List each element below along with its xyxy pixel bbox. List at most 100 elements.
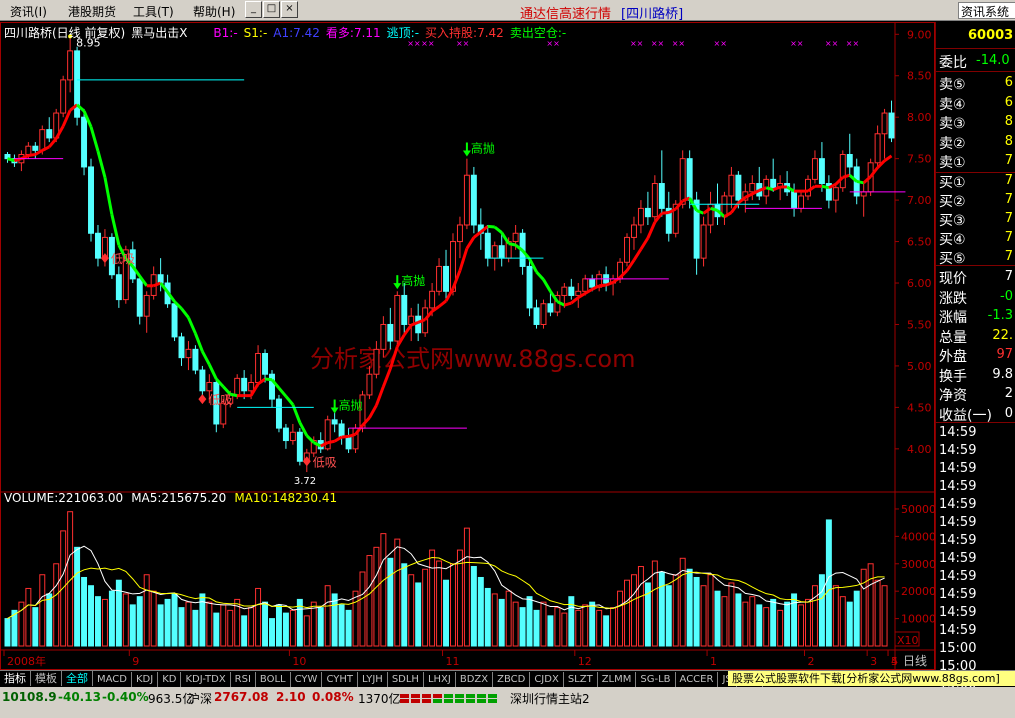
candle-body xyxy=(846,154,853,168)
tab-kd[interactable]: KD xyxy=(158,672,182,687)
tab-cyht[interactable]: CYHT xyxy=(322,672,358,687)
volume-bar xyxy=(658,571,665,647)
tab-sdlh[interactable]: SDLH xyxy=(388,672,424,687)
ma5-value: MA5:215675.20 xyxy=(131,491,227,505)
candle-body xyxy=(401,294,408,325)
tab-kdj-tdx[interactable]: KDJ-TDX xyxy=(181,672,231,687)
tab-lhxj[interactable]: LHXJ xyxy=(424,672,456,687)
tab-zlmm[interactable]: ZLMM xyxy=(598,672,637,687)
breadth-segment xyxy=(411,699,420,703)
trend-line-segment xyxy=(465,236,476,250)
tab-cjdx[interactable]: CJDX xyxy=(530,672,564,687)
volume-bar xyxy=(477,576,484,647)
stat-1-value: -0 xyxy=(1000,288,1013,304)
trend-line-segment xyxy=(207,363,218,380)
volume-bar xyxy=(512,601,519,647)
info-system-button[interactable]: 资讯系统 xyxy=(958,2,1015,19)
ad-banner[interactable]: 股票公式股票软件下载[分析家公式网www.88gs.com] xyxy=(728,671,1015,686)
volume-bar xyxy=(554,607,561,647)
tab-sg-lb[interactable]: SG-LB xyxy=(636,672,676,687)
tab-macd[interactable]: MACD xyxy=(93,672,132,687)
candle-body xyxy=(749,183,756,193)
volume-bar xyxy=(603,615,610,647)
price-volume-chart[interactable]: 分析家公式网www.88gs.com 8.953.72低吸低吸低吸高抛高抛高抛×… xyxy=(0,22,936,670)
volume-bar xyxy=(582,604,589,647)
tab-cyw[interactable]: CYW xyxy=(291,672,323,687)
date-tick-label: 1 xyxy=(710,655,717,668)
candle-body xyxy=(637,207,644,226)
candle-body xyxy=(798,195,805,209)
candle-body xyxy=(582,278,589,292)
status-bar: 10108.9 -40.13 -0.40% 963.5亿 沪深 2767.08 … xyxy=(0,687,1015,718)
breadth-segment xyxy=(444,699,453,703)
breadth-segment xyxy=(422,699,431,703)
candle-body xyxy=(540,303,547,325)
tick-time: 14:59 xyxy=(939,551,977,566)
tab-lyjh[interactable]: LYJH xyxy=(358,672,388,687)
price-tick-label: 5.50 xyxy=(907,318,932,331)
weibi-label: 委比 xyxy=(939,55,967,71)
close-icon[interactable]: × xyxy=(281,1,298,18)
indicator-name[interactable]: 黑马出击X xyxy=(131,26,187,40)
volume-bar xyxy=(275,604,282,647)
volume-bar xyxy=(94,596,101,647)
volume-bar xyxy=(728,582,735,647)
candle-body xyxy=(700,224,707,259)
station-name[interactable]: 深圳行情主站2 xyxy=(510,690,590,707)
volume-bar xyxy=(143,574,150,647)
stat-2-label: 涨幅 xyxy=(939,310,967,326)
market-breadth-bar xyxy=(400,692,504,704)
candle-body xyxy=(686,158,693,201)
tab-bdzx[interactable]: BDZX xyxy=(456,672,494,687)
volume-bar xyxy=(345,609,352,647)
trend-line-segment xyxy=(348,432,356,438)
volume-bar xyxy=(630,574,637,647)
tab-rsi[interactable]: RSI xyxy=(231,672,256,687)
tab-slzt[interactable]: SLZT xyxy=(564,672,598,687)
minimize-icon[interactable]: _ xyxy=(245,1,262,18)
volume-bar xyxy=(624,579,630,647)
low-suck-label: 低吸 xyxy=(208,393,232,407)
menu-hk-futures[interactable]: 港股期货 xyxy=(68,3,116,20)
maximize-icon[interactable]: □ xyxy=(263,1,280,18)
volume-tick-label: 40000 xyxy=(901,530,935,543)
tab-kdj[interactable]: KDJ xyxy=(132,672,159,687)
tab-模板[interactable]: 模板 xyxy=(31,671,62,686)
tick-time: 14:59 xyxy=(939,479,977,494)
menu-info[interactable]: 资讯(I) xyxy=(10,3,47,20)
tab-accer[interactable]: ACCER xyxy=(676,672,719,687)
candle-body xyxy=(644,207,651,218)
trend-line-segment xyxy=(28,153,36,158)
trend-line-segment xyxy=(472,230,482,239)
chart-area[interactable]: 分析家公式网www.88gs.com 8.95 3.72 低吸 低吸 低吸 高抛 高抛 高抛 ×… xyxy=(0,22,936,670)
taoding-value: 逃顶:- xyxy=(386,26,420,40)
breadth-segment xyxy=(433,694,442,698)
tab-boll[interactable]: BOLL xyxy=(256,672,291,687)
volume-bar xyxy=(46,593,53,647)
volume-bar xyxy=(853,590,860,647)
volume-bar xyxy=(227,609,234,647)
volume-bar xyxy=(269,618,275,647)
candle-body xyxy=(728,174,735,197)
buy-level-1-label: 买① xyxy=(939,175,966,191)
candle-body xyxy=(60,79,67,114)
candle-body xyxy=(679,158,686,205)
tick-time: 14:59 xyxy=(939,623,977,638)
volume-bar xyxy=(122,593,129,647)
tab-全部[interactable]: 全部 xyxy=(62,671,93,686)
volume-bar xyxy=(289,609,296,647)
menu-tools[interactable]: 工具(T) xyxy=(133,3,174,20)
trend-line-segment xyxy=(646,221,657,239)
volume-bar xyxy=(463,527,470,647)
volume-bar xyxy=(651,560,658,647)
menu-help[interactable]: 帮助(H) xyxy=(193,3,235,20)
trend-line-segment xyxy=(438,299,447,308)
breadth-segment xyxy=(488,699,497,703)
tab-指标[interactable]: 指标 xyxy=(0,671,31,686)
price-tick-label: 6.50 xyxy=(907,236,932,249)
volume-bar xyxy=(4,618,11,647)
tab-zbcd[interactable]: ZBCD xyxy=(493,672,531,687)
breadth-segment xyxy=(455,694,464,698)
candle-body xyxy=(443,265,449,292)
candle-body xyxy=(526,265,533,309)
